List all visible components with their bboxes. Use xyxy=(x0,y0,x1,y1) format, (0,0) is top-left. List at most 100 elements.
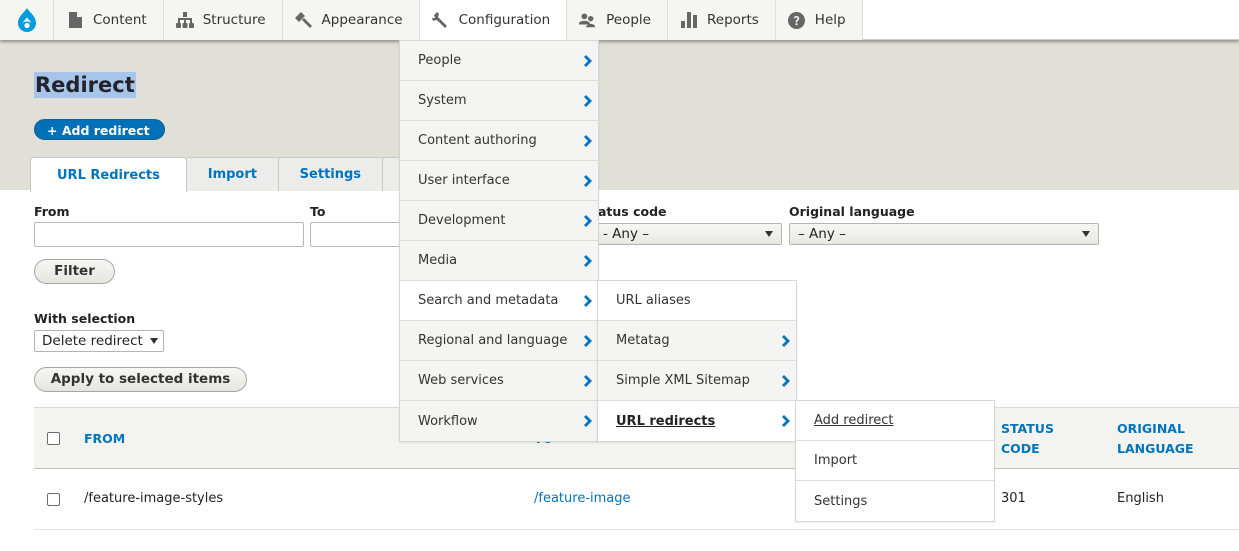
menu-item-simple-xml-sitemap[interactable]: Simple XML Sitemap xyxy=(598,361,796,401)
cell-from: /feature-image-styles xyxy=(84,491,224,506)
from-label: From xyxy=(34,204,70,219)
column-status-line2: CODE xyxy=(1001,441,1040,456)
chevron-right-icon xyxy=(584,175,594,187)
bulk-action-select[interactable]: Delete redirect xyxy=(34,330,164,352)
tab-settings[interactable]: Settings xyxy=(278,157,383,191)
with-selection-label: With selection xyxy=(34,311,136,326)
toolbar-appearance-label: Appearance xyxy=(321,12,403,28)
to-input[interactable] xyxy=(310,222,410,247)
menu-label: Content authoring xyxy=(418,133,537,148)
column-status-code[interactable]: STATUS CODE xyxy=(1001,419,1054,459)
from-input[interactable] xyxy=(34,222,304,247)
chevron-right-icon xyxy=(782,335,792,347)
menu-item-settings[interactable]: Settings xyxy=(796,481,994,521)
menu-label: Settings xyxy=(814,493,868,509)
add-redirect-button[interactable]: + Add redirect xyxy=(34,119,165,140)
toolbar-configuration[interactable]: Configuration xyxy=(419,0,568,40)
original-language-select[interactable]: – Any – xyxy=(789,223,1099,245)
chevron-down-icon xyxy=(1082,231,1090,237)
tab-url-redirects[interactable]: URL Redirects xyxy=(30,157,187,192)
menu-label: Metatag xyxy=(616,333,670,348)
chevron-down-icon xyxy=(150,338,158,344)
toolbar-people[interactable]: People xyxy=(567,0,668,40)
menu-label: Regional and language xyxy=(418,333,568,348)
menu-item-regional-and-language[interactable]: Regional and language xyxy=(400,321,598,361)
menu-item-add-redirect[interactable]: Add redirect xyxy=(796,401,994,441)
original-language-value: – Any – xyxy=(798,226,846,242)
menu-item-url-aliases[interactable]: URL aliases xyxy=(598,281,796,321)
menu-label: Import xyxy=(814,453,858,468)
toolbar-help-label: Help xyxy=(814,12,846,28)
drupal-icon xyxy=(17,8,36,32)
menu-label: Development xyxy=(418,213,506,228)
filter-button[interactable]: Filter xyxy=(34,259,115,284)
configuration-menu: People System Content authoring User int… xyxy=(399,40,599,442)
menu-item-system[interactable]: System xyxy=(400,81,598,121)
chevron-right-icon xyxy=(584,375,594,387)
chevron-right-icon xyxy=(584,415,594,427)
toolbar-content[interactable]: Content xyxy=(54,0,164,40)
status-code-label: atus code xyxy=(598,204,667,219)
toolbar-reports[interactable]: Reports xyxy=(668,0,776,40)
menu-label: Search and metadata xyxy=(418,293,559,308)
toolbar-spacer xyxy=(862,0,1239,39)
menu-label: URL redirects xyxy=(616,413,716,429)
menu-item-people[interactable]: People xyxy=(400,41,598,81)
toolbar-help[interactable]: Help xyxy=(775,0,863,40)
drupal-logo[interactable] xyxy=(0,0,54,40)
menu-item-workflow[interactable]: Workflow xyxy=(400,401,598,441)
toolbar-people-label: People xyxy=(606,12,651,28)
cell-to-link[interactable]: /feature-image xyxy=(534,491,631,506)
apply-selected-button[interactable]: Apply to selected items xyxy=(34,367,247,392)
people-icon xyxy=(579,11,597,29)
toolbar-structure[interactable]: Structure xyxy=(163,0,283,40)
original-language-label: Original language xyxy=(789,204,915,219)
column-original-language[interactable]: ORIGINAL LANGUAGE xyxy=(1117,419,1194,459)
menu-label: People xyxy=(418,53,462,68)
cell-status-code: 301 xyxy=(1001,491,1026,506)
menu-item-web-services[interactable]: Web services xyxy=(400,361,598,401)
row-checkbox[interactable] xyxy=(47,493,60,506)
chevron-right-icon xyxy=(782,375,792,387)
bar-chart-icon xyxy=(680,11,698,29)
document-icon xyxy=(66,11,84,29)
menu-item-content-authoring[interactable]: Content authoring xyxy=(400,121,598,161)
chevron-right-icon xyxy=(584,55,594,67)
tab-import[interactable]: Import xyxy=(186,157,279,191)
status-code-select[interactable]: - Any – xyxy=(594,223,782,245)
select-all-checkbox[interactable] xyxy=(47,432,60,445)
page-title: Redirect xyxy=(34,72,136,98)
column-status-line1: STATUS xyxy=(1001,421,1054,436)
chevron-down-icon xyxy=(765,231,773,237)
wrench-icon xyxy=(431,11,450,29)
menu-item-url-redirects[interactable]: URL redirects xyxy=(598,401,796,441)
chevron-right-icon xyxy=(584,295,594,307)
chevron-right-icon xyxy=(584,215,594,227)
menu-label: Web services xyxy=(418,373,504,388)
column-from[interactable]: FROM xyxy=(84,429,125,449)
status-code-value: - Any – xyxy=(603,226,649,242)
menu-item-development[interactable]: Development xyxy=(400,201,598,241)
menu-label: Workflow xyxy=(418,413,478,429)
admin-toolbar: Content Structure Appearance Configurati… xyxy=(0,0,1239,40)
bulk-action-value: Delete redirect xyxy=(42,333,143,349)
menu-label: Add redirect xyxy=(814,413,894,428)
toolbar-structure-label: Structure xyxy=(202,12,266,28)
menu-label: Media xyxy=(418,253,458,268)
paint-brush-icon xyxy=(294,11,313,29)
sitemap-icon xyxy=(175,11,194,29)
menu-item-import[interactable]: Import xyxy=(796,441,994,481)
cell-language: English xyxy=(1117,491,1164,506)
menu-label: User interface xyxy=(418,173,510,188)
primary-tabs: URL Redirects Import Settings D xyxy=(30,157,443,192)
chevron-right-icon xyxy=(584,135,594,147)
menu-item-media[interactable]: Media xyxy=(400,241,598,281)
menu-item-metatag[interactable]: Metatag xyxy=(598,321,796,361)
search-metadata-submenu: URL aliases Metatag Simple XML Sitemap U… xyxy=(597,280,797,442)
menu-item-search-and-metadata[interactable]: Search and metadata xyxy=(400,281,598,321)
toolbar-appearance[interactable]: Appearance xyxy=(282,0,420,40)
column-lang-line2: LANGUAGE xyxy=(1117,441,1194,456)
url-redirects-submenu: Add redirect Import Settings xyxy=(795,400,995,522)
menu-item-user-interface[interactable]: User interface xyxy=(400,161,598,201)
menu-label: URL aliases xyxy=(616,293,691,308)
